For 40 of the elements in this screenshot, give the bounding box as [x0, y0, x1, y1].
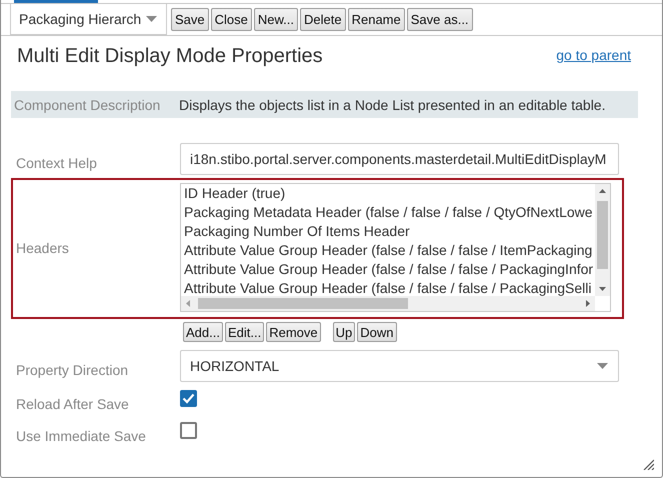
direction-select[interactable]: HORIZONTAL — [180, 350, 619, 382]
property-label: Property Direction — [16, 362, 130, 378]
checkbox[interactable] — [180, 390, 197, 406]
toolbar-button[interactable]: Rename — [348, 8, 405, 31]
list-item[interactable]: Attribute Value Group Header (false / false / false / PackagingInfor — [184, 260, 594, 279]
description-text: Displays the objects list in a Node List presented in an editable table. — [179, 96, 606, 112]
property-label: Reload After Save — [16, 396, 130, 412]
toolbar-button[interactable]: Save as... — [406, 8, 473, 31]
page-title: Multi Edit Display Mode Properties — [17, 45, 323, 68]
list-item[interactable]: Packaging Metadata Header (false / false / false / QtyOfNextLowe — [184, 203, 593, 222]
list-button[interactable]: Up — [332, 322, 356, 342]
toolbar-button[interactable]: Close — [210, 8, 252, 31]
list-item[interactable]: Packaging Number Of Items Header — [184, 222, 410, 241]
checkbox[interactable] — [180, 422, 197, 438]
list-button[interactable]: Edit... — [224, 322, 264, 342]
caret-icon — [597, 363, 608, 369]
scroll-right-icon[interactable] — [586, 300, 590, 307]
list-button[interactable]: Down — [357, 322, 397, 342]
list-button[interactable]: Remove — [266, 322, 321, 342]
property-label: Context Help — [16, 155, 98, 171]
property-label: Headers — [16, 240, 70, 256]
scroll-down-icon[interactable] — [599, 287, 606, 291]
list-item[interactable]: ID Header (true) — [184, 184, 286, 203]
hierarchy-dropdown[interactable]: Packaging Hierarch — [10, 4, 167, 35]
vertical-scrollbar[interactable] — [595, 184, 610, 296]
parent-link[interactable]: go to parent — [556, 47, 631, 63]
list-box[interactable] — [180, 183, 611, 312]
toolbar-button[interactable]: Save — [171, 8, 209, 31]
description-label: Component Description — [13, 96, 162, 112]
input-field[interactable]: i18n.stibo.portal.server.components.masterdetail.MultiEditDisplayM — [180, 143, 619, 175]
property-label: Use Immediate Save — [16, 428, 147, 444]
toolbar-button[interactable]: New... — [254, 8, 298, 31]
scroll-up-icon[interactable] — [599, 189, 606, 193]
list-item[interactable]: Attribute Value Group Header (false / false / false / PackagingSelli — [184, 279, 592, 296]
resize-grip-icon[interactable] — [643, 459, 654, 470]
list-item[interactable]: Attribute Value Group Header (false / false / false / ItemPackaging — [184, 241, 592, 260]
horizontal-scrollbar[interactable] — [181, 296, 595, 311]
caret-icon — [146, 16, 157, 22]
toolbar-button[interactable]: Delete — [300, 8, 346, 31]
list-button[interactable]: Add... — [183, 322, 223, 342]
